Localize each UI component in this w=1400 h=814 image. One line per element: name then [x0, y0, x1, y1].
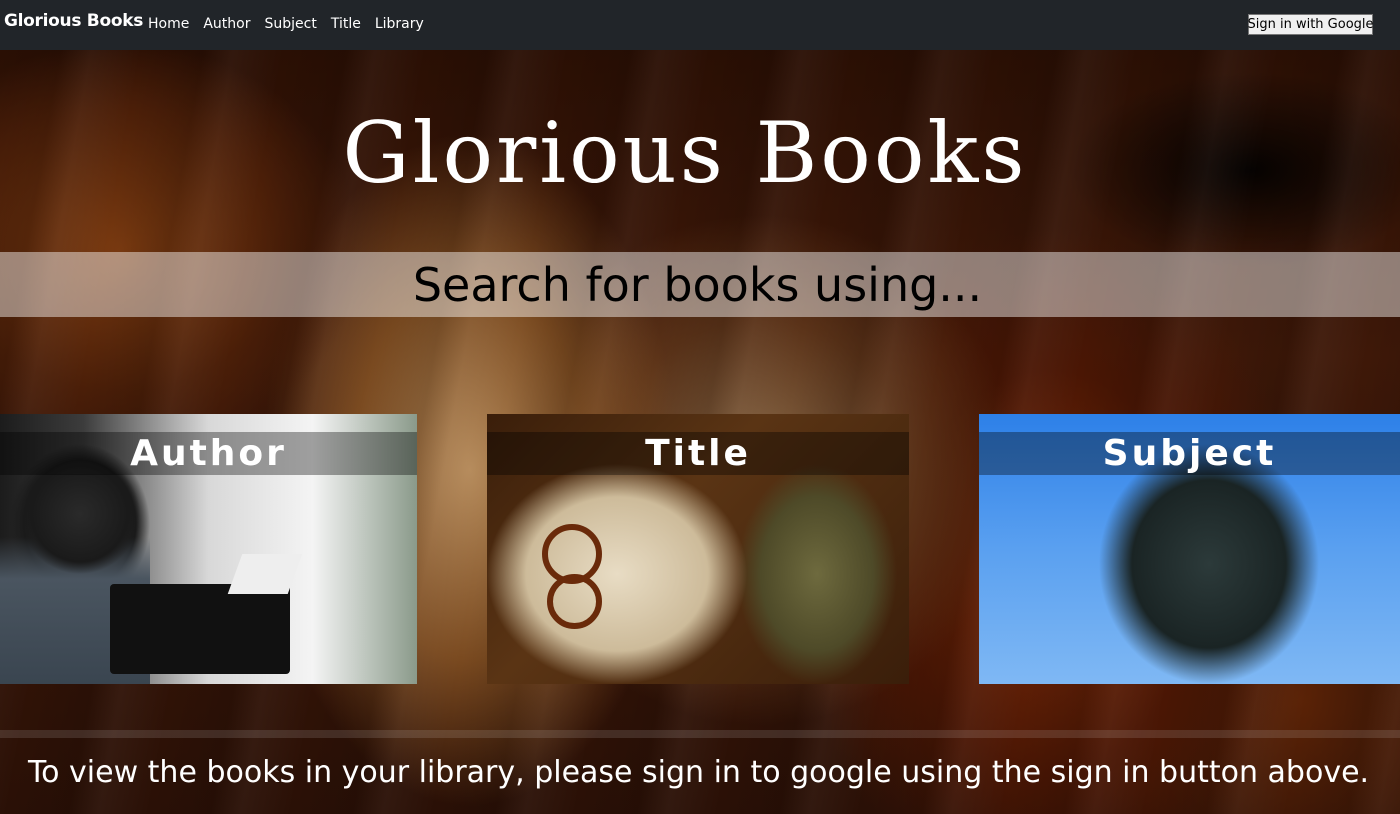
paper-image: [227, 554, 303, 594]
author-search-card[interactable]: Author: [0, 414, 417, 684]
typewriter-image: [110, 584, 290, 674]
subject-search-card[interactable]: Subject: [979, 414, 1400, 684]
subject-card-label: Subject: [979, 432, 1400, 475]
title-card-label: Title: [487, 432, 909, 475]
nav-author-link[interactable]: Author: [203, 16, 250, 32]
sign-in-google-button[interactable]: Sign in with Google: [1247, 14, 1374, 35]
nav-title-link[interactable]: Title: [331, 16, 361, 32]
nav-library-link[interactable]: Library: [375, 16, 424, 32]
brand-link[interactable]: Glorious Books: [4, 11, 143, 31]
library-signin-message: To view the books in your library, pleas…: [27, 755, 1370, 790]
nav-subject-link[interactable]: Subject: [264, 16, 316, 32]
search-prompt-text: Search for books using...: [412, 258, 983, 312]
author-card-label: Author: [0, 432, 417, 475]
nav-home-link[interactable]: Home: [148, 16, 189, 32]
title-search-card[interactable]: Title: [487, 414, 909, 684]
footer-divider: [0, 730, 1400, 738]
nav-links: Home Author Subject Title Library: [148, 16, 438, 32]
page-title: Glorious Books: [342, 104, 1028, 202]
navbar: Glorious Books Home Author Subject Title…: [0, 0, 1400, 50]
glasses-lens-image: [547, 574, 602, 629]
